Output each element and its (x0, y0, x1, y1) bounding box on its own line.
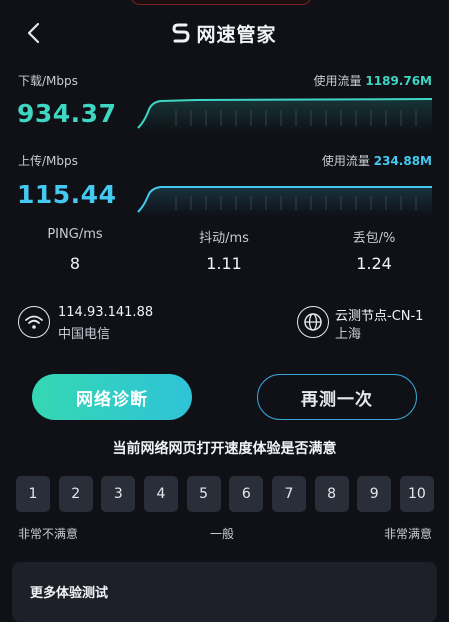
rating-2-button[interactable]: 2 (58, 476, 93, 512)
jitter-value: 1.11 (206, 254, 242, 273)
upload-usage-value: 234.88M (373, 154, 432, 168)
survey-question: 当前网络网页打开速度体验是否满意 (112, 441, 337, 457)
upload-speed: 115.44 (17, 180, 117, 209)
top-notch (130, 0, 312, 5)
download-usage: 使用流量 1189.76M (314, 72, 432, 89)
rating-9-button[interactable]: 9 (357, 476, 392, 512)
upload-usage: 使用流量 234.88M (322, 152, 432, 169)
rating-8-button[interactable]: 8 (314, 476, 349, 512)
download-speed: 934.37 (17, 99, 117, 128)
isp-name: 中国电信 (58, 327, 111, 342)
scale-mid-label: 一般 (210, 527, 235, 541)
page-title: 网速管家 (196, 23, 277, 46)
jitter-label: 抖动/ms (199, 231, 249, 246)
ip-address: 114.93.141.88 (58, 305, 154, 320)
download-usage-value: 1189.76M (365, 74, 432, 88)
upload-usage-label: 使用流量 (321, 154, 370, 168)
download-speed-graph (137, 98, 433, 132)
upload-speed-graph (137, 186, 432, 216)
s-logo-icon (172, 23, 190, 43)
ping-value: 8 (69, 254, 81, 273)
rating-4-button[interactable]: 4 (143, 476, 178, 512)
scale-high-label: 非常满意 (383, 527, 432, 541)
ping-label: PING/ms (47, 227, 103, 242)
globe-icon (297, 306, 329, 338)
download-label: 下载/Mbps (18, 74, 78, 88)
header: 网速管家 (0, 18, 449, 48)
network-diagnose-button[interactable]: 网络诊断 (32, 374, 192, 420)
rating-row: 1 2 3 4 5 6 7 8 9 10 (16, 476, 434, 512)
packet-loss-label: 丢包/% (352, 231, 396, 246)
scale-low-label: 非常不满意 (18, 527, 79, 541)
rating-6-button[interactable]: 6 (229, 476, 264, 512)
rating-1-button[interactable]: 1 (16, 476, 50, 512)
rating-5-button[interactable]: 5 (186, 476, 221, 512)
test-node-name: 云测节点-CN-1 (335, 309, 424, 324)
test-node-city: 上海 (335, 327, 362, 342)
rating-7-button[interactable]: 7 (271, 476, 306, 512)
retest-button[interactable]: 再测一次 (257, 374, 417, 420)
more-tests-title: 更多体验测试 (30, 586, 109, 601)
rating-10-button[interactable]: 10 (399, 476, 434, 512)
download-usage-label: 使用流量 (313, 74, 362, 88)
rating-3-button[interactable]: 3 (101, 476, 136, 512)
packet-loss-value: 1.24 (356, 254, 392, 273)
upload-label: 上传/Mbps (18, 154, 78, 168)
wifi-icon (18, 306, 50, 338)
